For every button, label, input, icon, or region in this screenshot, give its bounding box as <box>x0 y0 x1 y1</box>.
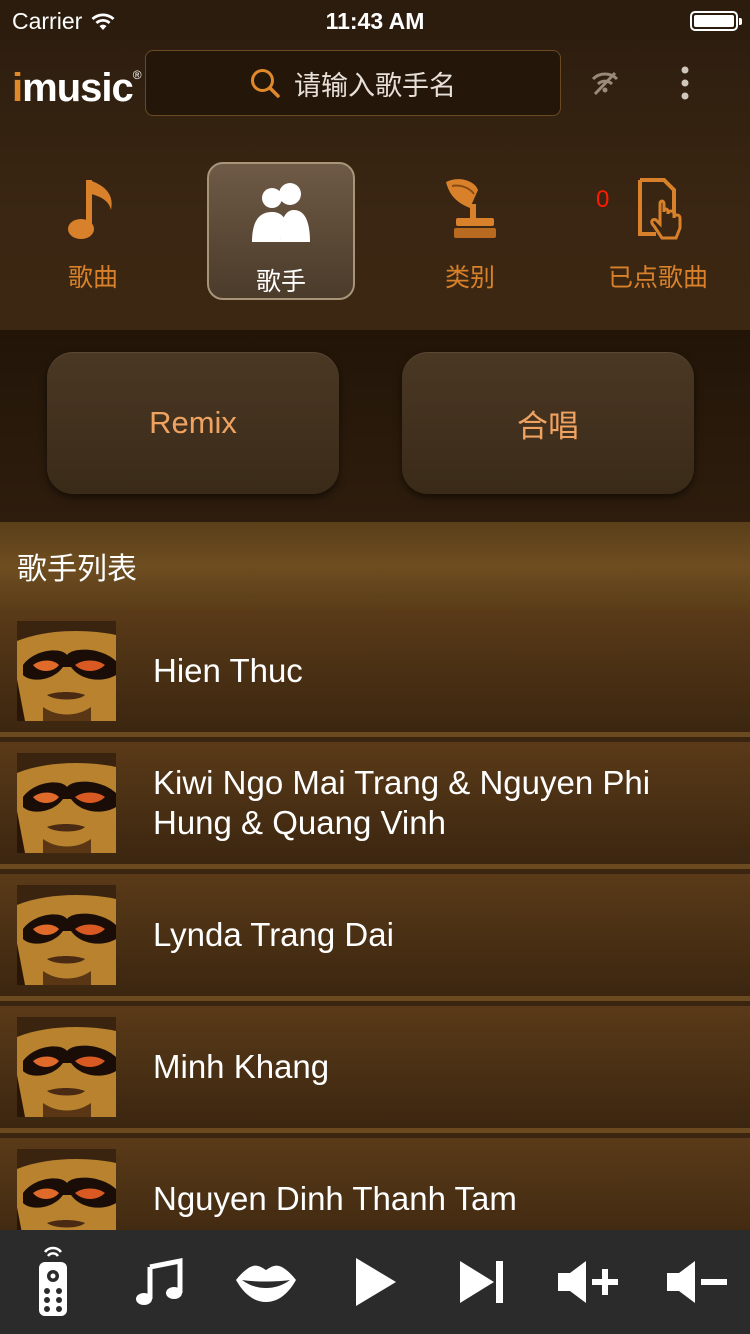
ordered-songs-icon <box>638 178 682 240</box>
volume-down-button[interactable] <box>647 1230 747 1334</box>
gramophone-icon <box>446 179 496 238</box>
singer-avatar <box>17 885 116 985</box>
status-time: 11:43 AM <box>325 8 425 34</box>
singer-avatar <box>17 621 116 721</box>
singer-icon <box>252 183 310 242</box>
volume-up-button[interactable] <box>538 1230 638 1334</box>
singer-name: Hien Thuc <box>153 652 303 689</box>
volume-down-icon <box>667 1261 727 1303</box>
no-signal-button[interactable] <box>582 60 628 106</box>
singer-list[interactable]: Hien Thuc Kiwi Ngo Mai Trang & Nguyen Phi… <box>0 610 750 1230</box>
singer-name: Minh Khang <box>153 1048 330 1085</box>
more-vertical-icon <box>681 66 689 100</box>
remote-icon <box>39 1246 67 1316</box>
singer-row[interactable]: Kiwi Ngo Mai Trang & Nguyen Phi Hung & Q… <box>0 742 750 869</box>
app-logo: imusic® <box>12 66 142 111</box>
vocal-button[interactable] <box>216 1230 316 1334</box>
status-bar: Carrier 11:43 AM <box>0 0 750 40</box>
duet-button[interactable]: 合唱 <box>402 352 694 494</box>
lips-icon <box>236 1265 296 1302</box>
remote-button[interactable] <box>3 1230 103 1334</box>
singer-row[interactable]: Nguyen Dinh Thanh Tam <box>0 1138 750 1230</box>
tab-singers[interactable]: 歌手 <box>207 162 355 300</box>
singer-name: Lynda Trang Dai <box>153 916 394 953</box>
singer-name: Nguyen Dinh Thanh Tam <box>153 1180 517 1217</box>
battery-icon <box>690 11 742 31</box>
tab-genres-label: 类别 <box>444 264 495 292</box>
search-input[interactable]: 请输入歌手名 <box>145 50 561 116</box>
tab-songs[interactable]: 歌曲 <box>19 160 167 298</box>
search-icon <box>251 69 280 98</box>
bottom-toolbar <box>0 1230 750 1334</box>
next-icon <box>460 1261 503 1303</box>
tab-songs-label: 歌曲 <box>67 264 118 292</box>
section-title: 歌手列表 <box>0 522 750 610</box>
tab-genres[interactable]: 类别 <box>396 160 544 298</box>
singer-row[interactable]: Hien Thuc <box>0 610 750 737</box>
category-tabs: 歌曲 歌手 类别 0 已点歌曲 <box>0 160 750 300</box>
tab-ordered-songs[interactable]: 0 已点歌曲 <box>584 160 732 298</box>
play-button[interactable] <box>325 1230 425 1334</box>
logo-text: music <box>22 66 134 110</box>
next-button[interactable] <box>432 1230 532 1334</box>
remix-button[interactable]: Remix <box>47 352 339 494</box>
logo-i: i <box>12 66 23 110</box>
more-menu-button[interactable] <box>662 60 708 106</box>
filter-area: Remix 合唱 <box>0 330 750 522</box>
music-note-icon <box>136 1257 183 1305</box>
ordered-count-badge: 0 <box>596 186 610 213</box>
music-note-icon <box>68 180 112 239</box>
logo-registered-mark: ® <box>132 68 142 82</box>
tab-ordered-songs-label: 已点歌曲 <box>607 264 708 292</box>
header: imusic® 请输入歌手名 歌曲 歌手 类别 0 已点歌曲 <box>0 40 750 330</box>
singer-row[interactable]: Lynda Trang Dai <box>0 874 750 1001</box>
tab-singers-label: 歌手 <box>255 268 306 296</box>
volume-up-icon <box>558 1261 618 1303</box>
singer-avatar <box>17 753 116 853</box>
singer-name: Kiwi Ngo Mai Trang & Nguyen Phi Hung & Q… <box>153 764 651 841</box>
wifi-off-icon <box>591 71 619 96</box>
singer-avatar <box>17 1017 116 1117</box>
singer-avatar <box>17 1149 116 1230</box>
singer-row[interactable]: Minh Khang <box>0 1006 750 1133</box>
song-list-button[interactable] <box>109 1230 209 1334</box>
search-placeholder: 请输入歌手名 <box>294 70 456 101</box>
play-icon <box>356 1258 396 1306</box>
